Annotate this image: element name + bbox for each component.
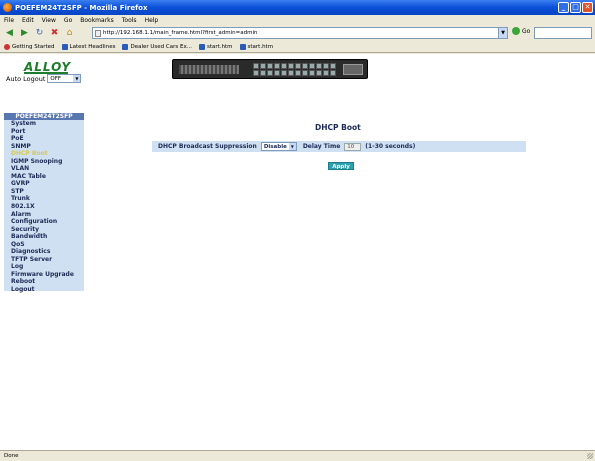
navigation-toolbar: ◀ ▶ ↻ ✖ ⌂ http://192.168.1.1/main_frame.… — [0, 25, 595, 41]
sidebar-item-stp[interactable]: STP — [4, 188, 84, 196]
switch-device-image — [172, 59, 368, 79]
page-icon — [95, 30, 101, 37]
go-icon — [512, 27, 520, 35]
sidebar-item-port[interactable]: Port — [4, 128, 84, 136]
sidebar-item-tftp-server[interactable]: TFTP Server — [4, 256, 84, 264]
menu-view[interactable]: View — [42, 17, 56, 24]
status-bar: Done — [0, 450, 595, 460]
go-button[interactable]: Go — [512, 27, 530, 35]
back-icon[interactable]: ◀ — [4, 28, 15, 39]
home-icon[interactable]: ⌂ — [64, 28, 75, 39]
close-button[interactable]: ✕ — [582, 2, 593, 13]
bookmark-label: start.htm — [206, 43, 233, 50]
delay-time-label: Delay Time — [302, 143, 341, 150]
dropdown-arrow-icon[interactable]: ▼ — [498, 28, 507, 38]
address-bar[interactable]: http://192.168.1.1/main_frame.html?first… — [92, 27, 508, 39]
sidebar-item-gvrp[interactable]: GVRP — [4, 180, 84, 188]
window-titlebar: POEFEM24T2SFP - Mozilla Firefox _ □ ✕ — [0, 0, 595, 15]
search-input[interactable] — [534, 27, 592, 39]
page-content: ALLOY Auto Logout OFF ▼ POEFEM24T2SFP Sy… — [0, 54, 595, 450]
sidebar-item-trunk[interactable]: Trunk — [4, 195, 84, 203]
sidebar-item-system[interactable]: System — [4, 120, 84, 128]
broadcast-suppression-value: Disable — [263, 143, 287, 150]
auto-logout-value: OFF — [50, 75, 62, 82]
auto-logout: Auto Logout OFF ▼ — [6, 74, 82, 83]
bookmark-icon — [4, 43, 10, 50]
bookmark-icon — [239, 43, 246, 50]
bookmark-item[interactable]: Getting Started — [4, 43, 55, 50]
device-ports — [253, 63, 336, 76]
bookmark-label: Latest Headlines — [69, 43, 116, 50]
sidebar-item-diagnostics[interactable]: Diagnostics — [4, 248, 84, 256]
device-sfp — [343, 64, 363, 75]
chevron-down-icon: ▼ — [73, 75, 81, 82]
stop-icon[interactable]: ✖ — [49, 28, 60, 39]
page-title: DHCP Boot — [315, 123, 361, 132]
sidebar-item-logout[interactable]: Logout — [4, 286, 84, 294]
chevron-down-icon: ▼ — [288, 143, 296, 150]
device-leds — [179, 65, 239, 74]
bookmark-label: Getting Started — [12, 43, 55, 50]
reload-icon[interactable]: ↻ — [34, 28, 45, 39]
bookmark-label: Dealer Used Cars Ex... — [130, 43, 192, 50]
address-url: http://192.168.1.1/main_frame.html?first… — [103, 30, 258, 36]
minimize-button[interactable]: _ — [558, 2, 569, 13]
bookmark-item[interactable]: start.htm — [198, 43, 233, 50]
menu-go[interactable]: Go — [64, 17, 72, 24]
apply-button[interactable]: Apply — [328, 162, 354, 170]
bookmarks-toolbar: Getting Started Latest Headlines Dealer … — [0, 41, 595, 53]
bookmark-item[interactable]: start.htm — [239, 43, 274, 50]
delay-time-hint: (1-30 seconds) — [365, 143, 416, 150]
sidebar-item-igmp-snooping[interactable]: IGMP Snooping — [4, 158, 84, 166]
status-text: Done — [4, 453, 19, 459]
resize-grip-icon[interactable] — [587, 453, 593, 459]
sidebar-item-bandwidth[interactable]: Bandwidth — [4, 233, 84, 241]
sidebar-item-mac-table[interactable]: MAC Table — [4, 173, 84, 181]
sidebar-item-snmp[interactable]: SNMP — [4, 143, 84, 151]
broadcast-suppression-select[interactable]: Disable ▼ — [260, 142, 297, 151]
sidebar-item-firmware-upgrade[interactable]: Firmware Upgrade — [4, 271, 84, 279]
bookmark-item[interactable]: Latest Headlines — [61, 43, 116, 50]
window-title: POEFEM24T2SFP - Mozilla Firefox — [15, 3, 148, 12]
rss-icon — [61, 43, 68, 50]
bookmark-icon — [198, 43, 205, 50]
sidebar-item-reboot[interactable]: Reboot — [4, 278, 84, 286]
sidebar-item-vlan[interactable]: VLAN — [4, 165, 84, 173]
menu-bar: File Edit View Go Bookmarks Tools Help — [0, 15, 595, 25]
menu-file[interactable]: File — [4, 17, 14, 24]
menu-bookmarks[interactable]: Bookmarks — [80, 17, 114, 24]
sidebar-title: POEFEM24T2SFP — [4, 113, 84, 120]
go-label: Go — [522, 27, 531, 35]
firefox-icon — [3, 3, 12, 12]
sidebar-item-log[interactable]: Log — [4, 263, 84, 271]
bookmark-label: start.htm — [247, 43, 274, 50]
auto-logout-select[interactable]: OFF ▼ — [47, 74, 82, 83]
sidebar-item-8021x[interactable]: 802.1X — [4, 203, 84, 211]
broadcast-suppression-label: DHCP Broadcast Suppression — [158, 143, 257, 150]
forward-icon[interactable]: ▶ — [19, 28, 30, 39]
maximize-button[interactable]: □ — [570, 2, 581, 13]
sidebar-item-alarm[interactable]: Alarm — [4, 211, 84, 219]
sidebar-item-qos[interactable]: QoS — [4, 241, 84, 249]
auto-logout-label: Auto Logout — [6, 74, 46, 83]
sidebar-item-security[interactable]: Security — [4, 226, 84, 234]
bookmark-icon — [122, 43, 129, 50]
sidebar-item-dhcp-boot[interactable]: DHCP Boot — [4, 150, 84, 158]
sidebar-item-poe[interactable]: PoE — [4, 135, 84, 143]
menu-tools[interactable]: Tools — [122, 17, 137, 24]
delay-time-input[interactable]: 10 — [344, 142, 362, 151]
menu-edit[interactable]: Edit — [22, 17, 34, 24]
dhcp-settings-row: DHCP Broadcast Suppression Disable ▼ Del… — [152, 141, 526, 152]
sidebar-menu: POEFEM24T2SFP System Port PoE SNMP DHCP … — [4, 113, 84, 294]
menu-help[interactable]: Help — [145, 17, 159, 24]
sidebar-item-configuration[interactable]: Configuration — [4, 218, 84, 226]
bookmark-item[interactable]: Dealer Used Cars Ex... — [122, 43, 192, 50]
